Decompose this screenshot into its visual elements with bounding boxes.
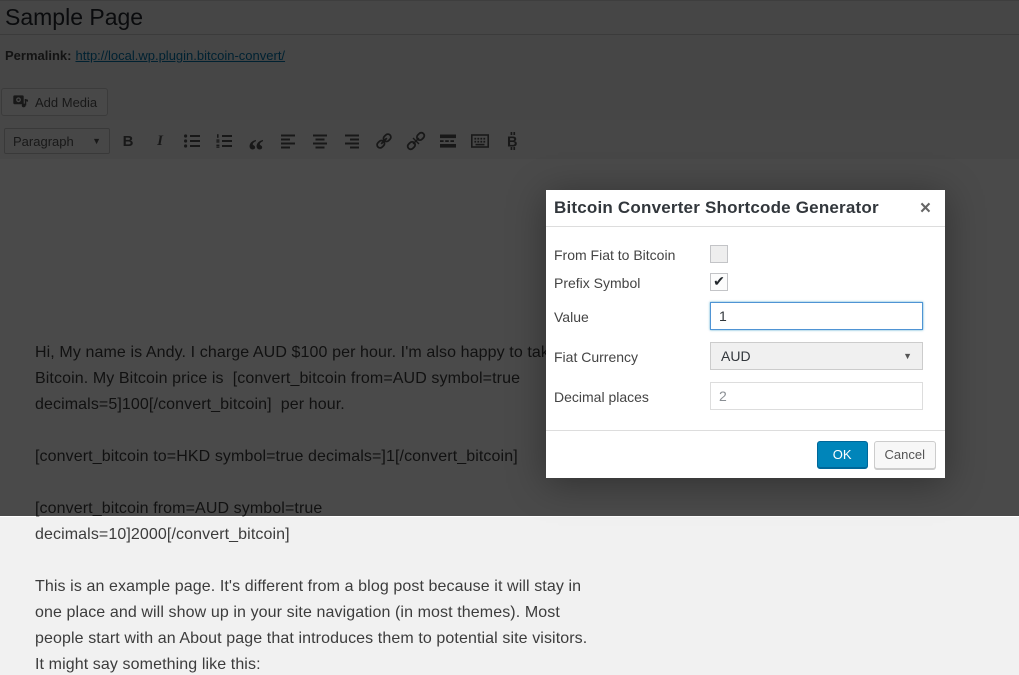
from-fiat-label: From Fiat to Bitcoin xyxy=(554,247,676,263)
editor-line: This is an example page. It's different … xyxy=(35,578,582,595)
from-fiat-checkbox[interactable] xyxy=(710,245,728,263)
cancel-button[interactable]: Cancel xyxy=(873,440,936,469)
value-input[interactable] xyxy=(710,302,923,330)
dialog-header: Bitcoin Converter Shortcode Generator × xyxy=(546,190,945,227)
decimal-places-label: Decimal places xyxy=(554,389,649,405)
ok-button[interactable]: OK xyxy=(816,440,868,469)
prefix-symbol-checkbox[interactable]: ✔ xyxy=(710,273,728,291)
dialog-title: Bitcoin Converter Shortcode Generator xyxy=(554,198,879,217)
fiat-currency-select[interactable]: AUD ▼ xyxy=(710,342,923,370)
fiat-currency-label: Fiat Currency xyxy=(554,349,639,365)
decimal-places-input[interactable] xyxy=(710,382,923,410)
prefix-symbol-label: Prefix Symbol xyxy=(554,275,641,291)
bitcoin-shortcode-dialog: Bitcoin Converter Shortcode Generator × … xyxy=(546,190,945,478)
editor-line: It might say something like this: xyxy=(35,656,261,673)
checkmark-icon: ✔ xyxy=(713,273,725,289)
close-icon: × xyxy=(919,197,931,219)
editor-line: people start with an About page that int… xyxy=(35,630,588,647)
value-label: Value xyxy=(554,309,589,325)
dialog-footer: OK Cancel xyxy=(546,430,945,478)
close-button[interactable]: × xyxy=(916,199,935,218)
chevron-down-icon: ▼ xyxy=(903,351,912,361)
editor-line: decimals=10]2000[/convert_bitcoin] xyxy=(35,526,290,543)
fiat-currency-value: AUD xyxy=(721,348,751,364)
editor-line: one place and will show up in your site … xyxy=(35,604,560,621)
